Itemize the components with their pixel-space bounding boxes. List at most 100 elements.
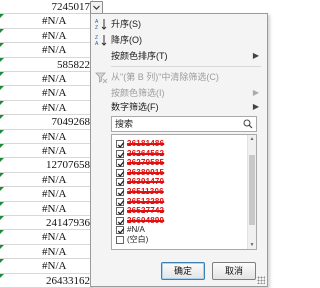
filter-list-item[interactable]: 26527742	[116, 206, 246, 216]
checkbox-checked-icon[interactable]	[116, 159, 125, 168]
checkbox-checked-icon[interactable]	[116, 216, 125, 225]
cell-text: #N/A	[42, 173, 67, 186]
cell-value[interactable]: #N/A	[0, 72, 92, 87]
error-indicator-icon	[0, 172, 4, 177]
cell-text: #N/A	[42, 29, 67, 42]
checkbox-checked-icon[interactable]	[116, 168, 125, 177]
svg-text:Z: Z	[95, 25, 98, 31]
filter-list-item[interactable]: 26264562	[116, 149, 246, 159]
cell-value[interactable]: #N/A	[0, 43, 92, 58]
cell-value[interactable]: #N/A	[0, 100, 92, 116]
filter-item-label: (空白)	[127, 235, 149, 244]
error-indicator-icon	[0, 72, 4, 76]
cell-text: #N/A	[42, 260, 67, 273]
scroll-up-icon[interactable]: ▲	[249, 136, 255, 142]
menu-item-number-filter[interactable]: 数字筛选(F) ▶	[91, 99, 267, 115]
error-indicator-icon	[0, 14, 4, 19]
filter-by-color-label: 按颜色筛选(I)	[111, 88, 165, 98]
cell-value[interactable]: #N/A	[0, 201, 92, 216]
cell-value[interactable]: #N/A	[0, 244, 92, 260]
cell-value[interactable]: #N/A	[0, 259, 92, 274]
checkbox-checked-icon[interactable]	[116, 207, 125, 216]
error-indicator-icon	[0, 144, 4, 148]
filter-item-label: #N/A	[127, 225, 145, 235]
ok-button[interactable]: 确定	[161, 262, 205, 280]
menu-item-clear-filter[interactable]: 从"(第 B 列)"中清除筛选(C)	[91, 69, 267, 85]
menu-separator	[111, 66, 261, 67]
cell-value[interactable]: 585822	[0, 57, 92, 72]
svg-text:A: A	[95, 41, 99, 47]
search-input[interactable]: 搜索	[111, 116, 257, 132]
error-indicator-icon	[0, 57, 4, 62]
filter-item-label: 26513289	[127, 196, 165, 206]
cell-value[interactable]: 7245017	[0, 0, 92, 15]
number-filter-label: 数字筛选(F)	[111, 102, 159, 112]
menu-item-sort-ascending[interactable]: A Z 升序(S)	[91, 16, 267, 32]
checkbox-checked-icon[interactable]	[116, 149, 125, 158]
scrollbar-thumb[interactable]	[249, 155, 255, 225]
checkbox-unchecked-icon[interactable]	[116, 236, 124, 244]
filter-list-item[interactable]: 26391470	[116, 177, 246, 187]
search-icon	[243, 119, 253, 129]
cell-text: #N/A	[42, 202, 67, 215]
cell-text: #N/A	[42, 44, 67, 57]
checkbox-checked-icon[interactable]	[116, 197, 125, 206]
filter-list-item[interactable]: #N/A	[116, 225, 246, 235]
filter-item-label: 26264562	[127, 148, 165, 158]
cancel-button[interactable]: 取消	[212, 262, 256, 280]
cell-text: #N/A	[42, 231, 67, 244]
sort-ascending-label: 升序(S)	[111, 19, 141, 29]
filter-list-item[interactable]: 26604899	[116, 216, 246, 226]
error-indicator-icon	[0, 100, 4, 105]
filter-list-item[interactable]: 26380915	[116, 168, 246, 178]
error-indicator-icon	[0, 230, 4, 235]
cell-text: #N/A	[42, 245, 67, 258]
error-indicator-icon	[0, 28, 4, 33]
scroll-down-icon[interactable]: ▼	[249, 242, 255, 248]
menu-item-sort-by-color[interactable]: 按颜色排序(T) ▶	[91, 48, 267, 64]
cell-value[interactable]: 7049268	[0, 115, 92, 130]
cell-text: 24147936	[46, 217, 90, 229]
checkbox-checked-icon[interactable]	[116, 140, 125, 148]
error-indicator-icon	[0, 158, 4, 163]
error-indicator-icon	[0, 43, 4, 48]
filter-item-label: 26279585	[127, 158, 165, 168]
error-indicator-icon	[0, 129, 4, 134]
filter-list-item[interactable]: 26511306	[116, 187, 246, 197]
checkbox-checked-icon[interactable]	[116, 178, 125, 187]
menu-item-sort-descending[interactable]: Z A 降序(O)	[91, 32, 267, 48]
sort-by-color-label: 按颜色排序(T)	[111, 51, 168, 61]
cell-text: #N/A	[42, 15, 67, 28]
filter-item-label: 26527742	[127, 206, 165, 216]
cell-text: #N/A	[42, 145, 67, 157]
filter-list-item[interactable]: (空白)	[116, 235, 246, 245]
cell-value[interactable]: #N/A	[0, 129, 92, 144]
resize-grip-icon[interactable]	[257, 276, 265, 284]
cell-value[interactable]: #N/A	[0, 14, 92, 29]
filter-list-item[interactable]: 26513289	[116, 197, 246, 207]
cell-text: 12707658	[46, 159, 90, 172]
cell-value[interactable]: 26433162	[0, 273, 92, 288]
cell-value[interactable]: #N/A	[0, 230, 92, 245]
cell-text: 7245017	[51, 1, 91, 13]
cell-value[interactable]: #N/A	[0, 172, 92, 188]
cell-text: #N/A	[42, 87, 67, 100]
checkbox-checked-icon[interactable]	[116, 188, 125, 196]
error-indicator-icon	[0, 187, 4, 192]
cell-value[interactable]: #N/A	[0, 28, 92, 44]
cell-value[interactable]: 12707658	[0, 158, 92, 173]
submenu-arrow-icon: ▶	[252, 51, 259, 60]
error-indicator-icon	[0, 201, 4, 206]
cell-value[interactable]: 24147936	[0, 216, 92, 231]
filter-list-item[interactable]: 26279585	[116, 158, 246, 168]
filter-list-item[interactable]: 26181486	[116, 139, 246, 149]
cell-text: #N/A	[42, 130, 67, 143]
list-scrollbar[interactable]: ▲ ▼	[247, 135, 256, 249]
cell-value[interactable]: #N/A	[0, 144, 92, 159]
cell-value[interactable]: #N/A	[0, 187, 92, 202]
filter-item-label: 26604899	[127, 215, 165, 225]
cell-value[interactable]: #N/A	[0, 86, 92, 101]
checkbox-checked-icon[interactable]	[116, 226, 125, 235]
cell-text: 585822	[57, 58, 90, 71]
filter-value-list: 26181486 26264562 26279585 26380915 26391470…	[111, 134, 257, 250]
